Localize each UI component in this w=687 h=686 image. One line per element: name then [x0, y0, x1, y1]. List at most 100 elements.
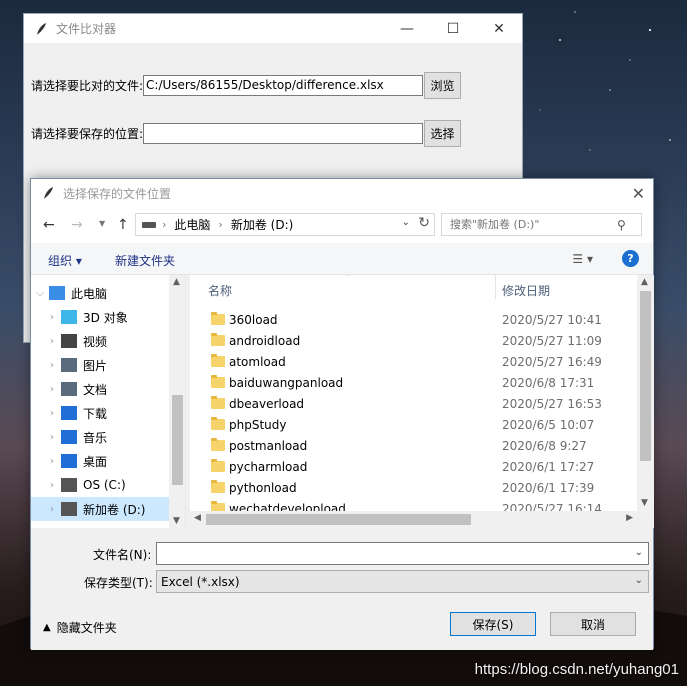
nav-item[interactable]: › 音乐 — [31, 425, 171, 449]
nav-item-label: 下载 — [83, 406, 108, 421]
scroll-up-icon[interactable]: ▲ — [641, 277, 648, 287]
scroll-up-icon[interactable]: ▲ — [173, 277, 180, 287]
back-arrow-icon[interactable]: ← — [43, 217, 55, 233]
file-row[interactable]: atomload 2020/5/27 16:49 — [190, 351, 637, 372]
help-icon[interactable]: ? — [622, 250, 639, 267]
chevron-right-icon[interactable]: › — [43, 336, 61, 347]
chevron-right-icon[interactable]: › — [43, 360, 61, 371]
nav-item[interactable]: › 3D 对象 — [31, 305, 171, 329]
chevron-right-icon[interactable]: › — [43, 312, 61, 323]
file-date: 2020/6/1 17:27 — [502, 459, 595, 474]
hide-folders-label: 隐藏文件夹 — [56, 621, 117, 635]
chevron-right-icon[interactable]: › — [43, 480, 61, 491]
filename-combo[interactable]: ⌄ — [156, 542, 649, 565]
dialog-titlebar[interactable]: 选择保存的文件位置 ✕ — [31, 179, 653, 207]
column-modified[interactable]: 修改日期 — [502, 282, 550, 299]
chevron-right-icon[interactable]: › — [43, 384, 61, 395]
file-row[interactable]: baiduwangpanload 2020/6/8 17:31 — [190, 372, 637, 393]
filetype-select[interactable]: Excel (*.xlsx) ⌄ — [156, 570, 649, 593]
nav-item[interactable]: › 图片 — [31, 353, 171, 377]
search-input[interactable] — [442, 214, 617, 235]
file-row[interactable]: postmanload 2020/6/8 9:27 — [190, 435, 637, 456]
file-name: baiduwangpanload — [229, 375, 344, 390]
up-arrow-icon[interactable]: ↑ — [117, 217, 129, 233]
forward-arrow-icon[interactable]: → — [71, 217, 83, 233]
breadcrumb-this-pc[interactable]: 此电脑 — [174, 216, 210, 233]
nav-item[interactable]: › 视频 — [31, 329, 171, 353]
file-row[interactable]: 360load 2020/5/27 10:41 — [190, 309, 637, 330]
file-list-scrollbar[interactable]: ▲ ▼ — [637, 275, 654, 528]
file-date: 2020/5/27 11:09 — [502, 333, 602, 348]
dialog-close-icon[interactable]: ✕ — [632, 184, 645, 203]
chevron-right-icon[interactable]: › — [43, 456, 61, 467]
nav-item[interactable]: › 文档 — [31, 377, 171, 401]
file-row[interactable]: pycharmload 2020/6/1 17:27 — [190, 456, 637, 477]
breadcrumb-drive-d[interactable]: 新加卷 (D:) — [231, 216, 293, 233]
save-location-input[interactable] — [143, 123, 424, 144]
file-row[interactable]: phpStudy 2020/6/5 10:07 — [190, 414, 637, 435]
cancel-button[interactable]: 取消 — [550, 612, 636, 636]
feather-icon — [37, 22, 46, 35]
nav-scroll-thumb[interactable] — [172, 395, 183, 485]
hscroll-thumb[interactable] — [206, 514, 471, 525]
nav-item-label: 图片 — [83, 358, 108, 373]
save-button[interactable]: 保存(S) — [450, 612, 536, 636]
chevron-right-icon[interactable]: › — [218, 218, 222, 231]
scroll-down-icon[interactable]: ▼ — [173, 516, 180, 526]
folder-icon — [211, 312, 225, 325]
nav-item[interactable]: › 桌面 — [31, 449, 171, 473]
search-box[interactable]: ⚲ — [441, 213, 642, 236]
nav-item-label: OS (C:) — [83, 478, 126, 492]
folder-icon — [211, 438, 225, 451]
address-bar[interactable]: › 此电脑 › 新加卷 (D:) ⌄ ↻ — [135, 213, 435, 236]
save-location-row: 请选择要保存的位置: 选择 — [31, 120, 462, 147]
browse-button[interactable]: 浏览 — [424, 72, 462, 99]
nav-item[interactable]: › OS (C:) — [31, 473, 171, 497]
new-folder-button[interactable]: 新建文件夹 — [115, 252, 175, 269]
scroll-right-icon[interactable]: ▶ — [626, 513, 633, 523]
minimize-icon[interactable]: — — [384, 14, 430, 43]
recent-dropdown-icon[interactable]: ▼ — [99, 219, 105, 228]
file-date: 2020/6/8 9:27 — [502, 438, 587, 453]
scroll-left-icon[interactable]: ◀ — [194, 513, 201, 523]
chevron-right-icon[interactable]: › — [162, 218, 166, 231]
file-row[interactable]: androidload 2020/5/27 11:09 — [190, 330, 637, 351]
compare-file-input[interactable]: C:/Users/86155/Desktop/difference.xlsx — [143, 75, 424, 96]
dialog-footer: 文件名(N): ⌄ 保存类型(T): Excel (*.xlsx) ⌄ ▲ 隐藏… — [31, 528, 653, 650]
scroll-down-icon[interactable]: ▼ — [641, 498, 648, 508]
sort-ascending-icon: ⌃ — [344, 275, 352, 283]
feather-icon — [44, 187, 53, 199]
drive-icon — [61, 478, 77, 492]
dialog-toolbar: 组织 ▾ 新建文件夹 ☰ ▾ ? — [31, 243, 653, 275]
file-list-hscrollbar[interactable]: ◀ ▶ — [190, 511, 637, 528]
main-window-title: 文件比对器 — [56, 22, 117, 36]
file-row[interactable]: pythonload 2020/6/1 17:39 — [190, 477, 637, 498]
hide-folders-toggle[interactable]: ▲ 隐藏文件夹 — [43, 619, 117, 636]
picture-icon — [61, 358, 77, 372]
chevron-down-icon[interactable]: ⌄ — [635, 547, 643, 558]
chevron-right-icon[interactable]: › — [43, 504, 61, 515]
nav-item[interactable]: › 下载 — [31, 401, 171, 425]
refresh-icon[interactable]: ↻ — [418, 215, 430, 231]
chevron-down-icon[interactable]: ⌵ — [31, 288, 49, 299]
maximize-icon[interactable]: ☐ — [430, 14, 476, 43]
file-date: 2020/5/27 16:53 — [502, 396, 602, 411]
close-icon[interactable]: ✕ — [476, 14, 522, 43]
nav-scrollbar[interactable]: ▲ ▼ — [169, 275, 185, 528]
file-name: androidload — [229, 333, 301, 348]
file-scroll-thumb[interactable] — [640, 291, 651, 461]
select-button[interactable]: 选择 — [424, 120, 462, 147]
column-name[interactable]: 名称 — [208, 282, 232, 299]
filename-input[interactable] — [157, 543, 627, 564]
main-titlebar[interactable]: 文件比对器 — ☐ ✕ — [24, 14, 522, 43]
chevron-down-icon[interactable]: ⌄ — [402, 217, 410, 228]
organize-menu[interactable]: 组织 ▾ — [48, 252, 82, 269]
chevron-right-icon[interactable]: › — [43, 432, 61, 443]
nav-item[interactable]: › 新加卷 (D:) — [31, 497, 171, 521]
nav-item[interactable]: ⌵ 此电脑 — [31, 281, 171, 305]
chevron-down-icon[interactable]: ⌄ — [635, 575, 643, 586]
chevron-right-icon[interactable]: › — [43, 408, 61, 419]
file-row[interactable]: dbeaverload 2020/5/27 16:53 — [190, 393, 637, 414]
search-icon[interactable]: ⚲ — [617, 218, 626, 232]
view-options-icon[interactable]: ☰ ▾ — [572, 252, 593, 266]
